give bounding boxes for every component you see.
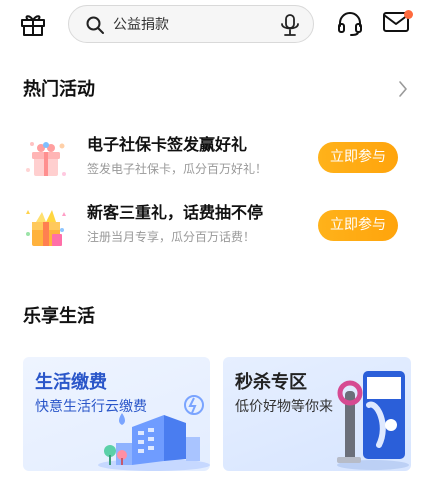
gift-box-icon bbox=[22, 136, 70, 184]
search-placeholder: 公益捐款 bbox=[113, 17, 169, 33]
gift-icon[interactable] bbox=[19, 10, 47, 38]
city-buildings-icon bbox=[98, 395, 210, 471]
search-bar[interactable]: 公益捐款 bbox=[68, 5, 314, 43]
products-icon bbox=[337, 371, 409, 470]
search-icon bbox=[85, 15, 105, 35]
activity-item-social-security[interactable]: 电子社保卡签发赢好礼 签发电子社保卡，瓜分百万好礼！ 立即参与 bbox=[0, 130, 434, 190]
activity-item-new-customer[interactable]: 新客三重礼，话费抽不停 注册当月专享，瓜分百万话费！ 立即参与 bbox=[0, 198, 434, 258]
card-utility-payment[interactable]: 生活缴费 快意生活行云缴费 bbox=[23, 357, 210, 471]
headset-icon[interactable] bbox=[336, 9, 364, 37]
card-title: 生活缴费 bbox=[35, 372, 107, 393]
chevron-right-icon[interactable] bbox=[397, 79, 409, 99]
enjoy-life-title: 乐享生活 bbox=[23, 306, 95, 327]
card-title: 秒杀专区 bbox=[235, 372, 307, 393]
activity-subtitle: 注册当月专享，瓜分百万话费！ bbox=[87, 230, 256, 244]
activity-title: 新客三重礼，话费抽不停 bbox=[87, 203, 264, 222]
hot-activities-title: 热门活动 bbox=[23, 79, 95, 100]
present-box-icon bbox=[22, 204, 70, 252]
mail-icon[interactable] bbox=[382, 9, 414, 37]
microphone-icon[interactable] bbox=[279, 13, 301, 37]
join-button[interactable]: 立即参与 bbox=[318, 142, 398, 173]
activity-subtitle: 签发电子社保卡，瓜分百万好礼！ bbox=[87, 162, 268, 176]
card-subtitle: 低价好物等你来 bbox=[235, 399, 333, 415]
top-bar: 公益捐款 bbox=[0, 0, 434, 50]
join-button[interactable]: 立即参与 bbox=[318, 210, 398, 241]
card-flash-sale[interactable]: 秒杀专区 低价好物等你来 bbox=[223, 357, 411, 471]
activity-title: 电子社保卡签发赢好礼 bbox=[87, 135, 248, 154]
notification-dot bbox=[404, 10, 413, 19]
